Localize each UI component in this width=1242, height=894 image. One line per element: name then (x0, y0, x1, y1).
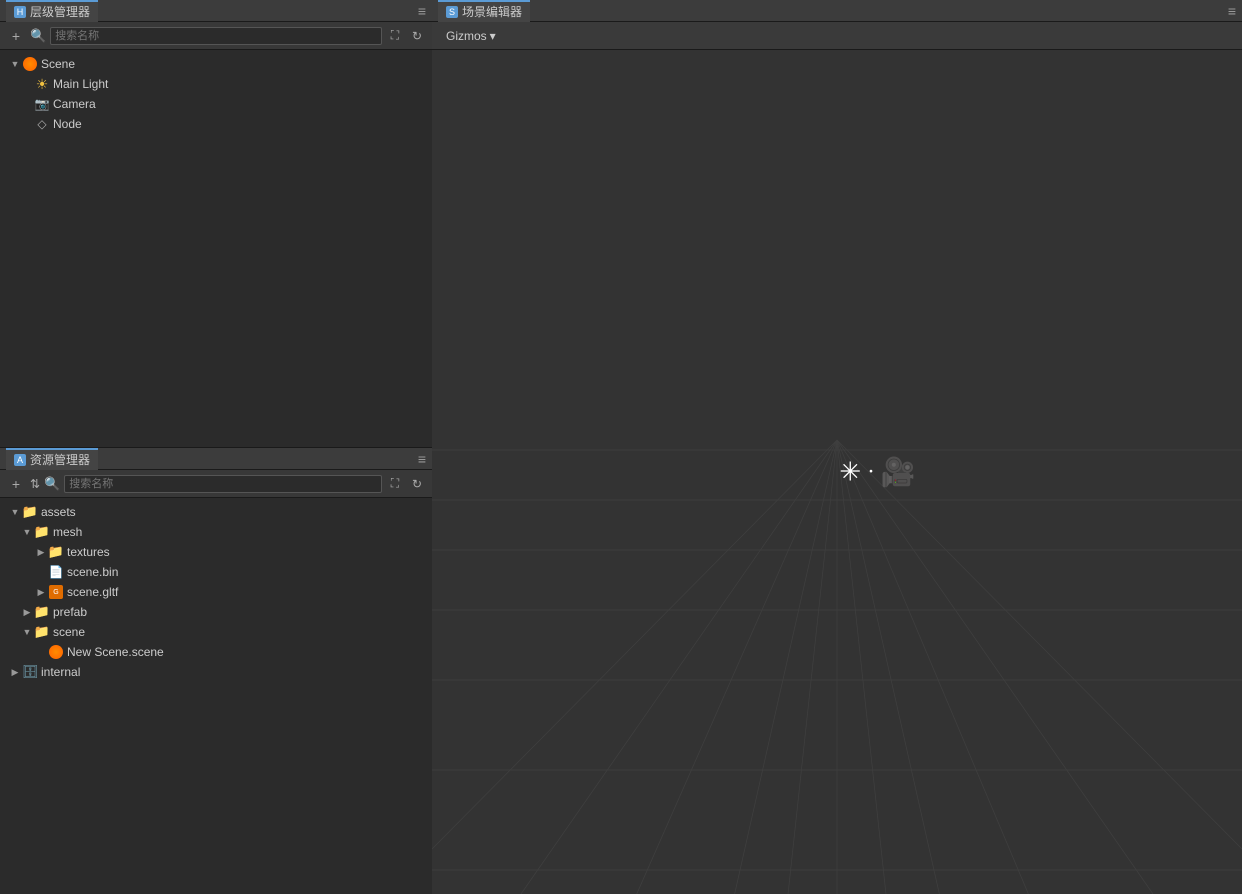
hierarchy-menu-icon[interactable]: ≡ (418, 3, 426, 19)
textures-folder-icon: 📁 (48, 544, 64, 560)
assets-tab-icon: A (14, 454, 26, 466)
internal-icon: 🗄 (22, 664, 38, 680)
hierarchy-search-icon[interactable]: 🔍 (30, 28, 46, 44)
scene-arrow: ▼ (8, 57, 22, 71)
assets-tab[interactable]: A 资源管理器 (6, 448, 98, 470)
scene-bin-arrow (34, 565, 48, 579)
assets-refresh-button[interactable]: ↻ (408, 475, 426, 493)
mesh-folder-icon: 📁 (34, 524, 50, 540)
scene-grid (432, 50, 1242, 894)
new-scene-arrow (34, 645, 48, 659)
camera-arrow (20, 97, 34, 111)
gizmos-button[interactable]: Gizmos ▾ (440, 27, 502, 45)
assets-header: A 资源管理器 ≡ (0, 448, 432, 470)
assets-add-button[interactable]: + (6, 474, 26, 494)
hierarchy-panel: H 层级管理器 ≡ + 🔍 ⛶ ↻ ▼ Scene (0, 0, 432, 448)
assets-tree: ▼ 📁 assets ▼ 📁 mesh ▶ 📁 textures 📄 scene… (0, 498, 432, 894)
textures-arrow: ▶ (34, 545, 48, 559)
tree-item-prefab[interactable]: ▶ 📁 prefab (0, 602, 432, 622)
main-light-arrow (20, 77, 34, 91)
scene-bin-label: scene.bin (67, 565, 118, 579)
tree-item-new-scene[interactable]: New Scene.scene (0, 642, 432, 662)
tree-item-scene-folder[interactable]: ▼ 📁 scene (0, 622, 432, 642)
gizmos-bar: Gizmos ▾ (432, 22, 1242, 50)
main-light-icon: ☀ (34, 76, 50, 92)
mesh-arrow: ▼ (20, 525, 34, 539)
assets-toolbar: + ⇅ 🔍 ⛶ ↻ (0, 470, 432, 498)
node-arrow (20, 117, 34, 131)
tree-item-scene-gltf[interactable]: ▶ G scene.gltf (0, 582, 432, 602)
gizmos-arrow-icon: ▾ (490, 29, 496, 43)
new-scene-icon (48, 644, 64, 660)
scene-folder-icon: 📁 (34, 624, 50, 640)
hierarchy-toolbar: + 🔍 ⛶ ↻ (0, 22, 432, 50)
assets-sort-icon[interactable]: ⇅ (30, 477, 40, 491)
camera-dots-icon: • (869, 467, 873, 478)
hierarchy-tab[interactable]: H 层级管理器 (6, 0, 98, 22)
scene-gltf-label: scene.gltf (67, 585, 118, 599)
textures-label: textures (67, 545, 110, 559)
assets-label: assets (41, 505, 76, 519)
tree-item-main-light[interactable]: ☀ Main Light (0, 74, 432, 94)
scene-editor-header: S 场景编辑器 ≡ (432, 0, 1242, 22)
hierarchy-header: H 层级管理器 ≡ (0, 0, 432, 22)
hierarchy-expand-button[interactable]: ⛶ (386, 27, 404, 45)
assets-arrow: ▼ (8, 505, 22, 519)
scene-editor-menu-icon[interactable]: ≡ (1228, 3, 1236, 19)
scene-gltf-arrow: ▶ (34, 585, 48, 599)
sun-icon: ✳ (839, 457, 861, 488)
hierarchy-title: 层级管理器 (30, 3, 90, 20)
scene-icon (22, 56, 38, 72)
assets-panel: A 资源管理器 ≡ + ⇅ 🔍 ⛶ ↻ ▼ 📁 assets (0, 448, 432, 894)
node-label: Node (53, 117, 82, 131)
new-scene-label: New Scene.scene (67, 645, 164, 659)
assets-folder-icon: 📁 (22, 504, 38, 520)
camera-3d-icon: 🎥 (881, 456, 916, 489)
scene-folder-label: scene (53, 625, 85, 639)
assets-tab-active[interactable]: A 资源管理器 (6, 448, 98, 470)
tree-item-scene[interactable]: ▼ Scene (0, 54, 432, 74)
tree-item-internal[interactable]: ▶ 🗄 internal (0, 662, 432, 682)
scene-editor-tab[interactable]: S 场景编辑器 (438, 0, 530, 22)
scene-folder-arrow: ▼ (20, 625, 34, 639)
mesh-label: mesh (53, 525, 82, 539)
scene-viewport[interactable]: ✳ • 🎥 (432, 50, 1242, 894)
assets-expand-button[interactable]: ⛶ (386, 475, 404, 493)
hierarchy-tab-active[interactable]: H 层级管理器 (6, 0, 98, 22)
prefab-folder-icon: 📁 (34, 604, 50, 620)
tree-item-camera[interactable]: 📷 Camera (0, 94, 432, 114)
main-light-label: Main Light (53, 77, 108, 91)
assets-search-input[interactable] (64, 475, 382, 493)
scene-icons-overlay: ✳ • 🎥 (839, 456, 915, 489)
scene-editor-title: 场景编辑器 (462, 3, 522, 20)
left-panel: H 层级管理器 ≡ + 🔍 ⛶ ↻ ▼ Scene (0, 0, 432, 894)
hierarchy-tree: ▼ Scene ☀ Main Light 📷 Camera ◇ (0, 50, 432, 447)
camera-icon: 📷 (34, 96, 50, 112)
tree-item-scene-bin[interactable]: 📄 scene.bin (0, 562, 432, 582)
hierarchy-search-input[interactable] (50, 27, 382, 45)
prefab-label: prefab (53, 605, 87, 619)
scene-bin-icon: 📄 (48, 564, 64, 580)
right-panel: S 场景编辑器 ≡ Gizmos ▾ (432, 0, 1242, 894)
assets-search-icon[interactable]: 🔍 (44, 476, 60, 492)
internal-label: internal (41, 665, 80, 679)
scene-label: Scene (41, 57, 75, 71)
scene-gltf-icon: G (48, 584, 64, 600)
prefab-arrow: ▶ (20, 605, 34, 619)
assets-title: 资源管理器 (30, 451, 90, 468)
tree-item-node[interactable]: ◇ Node (0, 114, 432, 134)
hierarchy-refresh-button[interactable]: ↻ (408, 27, 426, 45)
gizmos-label: Gizmos (446, 29, 487, 43)
scene-tab-icon: S (446, 6, 458, 18)
tree-item-mesh[interactable]: ▼ 📁 mesh (0, 522, 432, 542)
tree-item-assets[interactable]: ▼ 📁 assets (0, 502, 432, 522)
node-icon: ◇ (34, 116, 50, 132)
camera-label: Camera (53, 97, 96, 111)
internal-arrow: ▶ (8, 665, 22, 679)
assets-menu-icon[interactable]: ≡ (418, 451, 426, 467)
hierarchy-tab-icon: H (14, 6, 26, 18)
hierarchy-add-button[interactable]: + (6, 26, 26, 46)
tree-item-textures[interactable]: ▶ 📁 textures (0, 542, 432, 562)
